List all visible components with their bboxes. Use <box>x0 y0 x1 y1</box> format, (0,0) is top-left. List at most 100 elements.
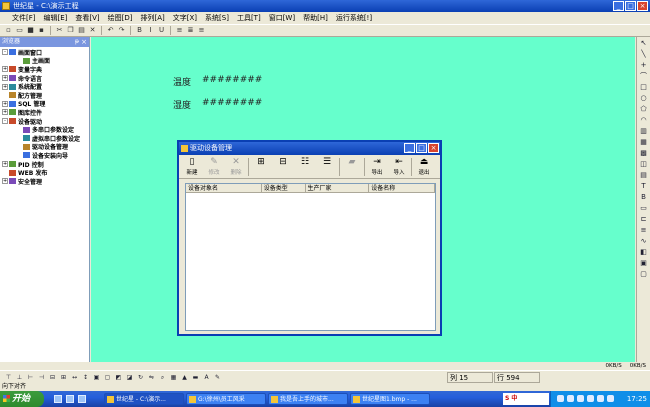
bitmap-icon[interactable]: ▦ <box>639 138 649 147</box>
expand-icon[interactable]: + <box>2 83 8 90</box>
collapse-icon[interactable]: - <box>2 118 8 125</box>
exit-button[interactable]: ⏏ 退出 <box>414 157 434 177</box>
temperature-label[interactable]: 温度 <box>173 75 191 88</box>
tree-item[interactable]: - 设备驱动 <box>0 117 89 126</box>
taskbar-item-shijixing[interactable]: 世纪星 - C:\演示... <box>104 393 184 405</box>
tree-item[interactable]: 主画面 <box>0 57 89 65</box>
tray-shield-icon[interactable] <box>577 395 584 402</box>
rectangle-icon[interactable]: □ <box>639 83 649 92</box>
menu-draw[interactable]: 绘图[D] <box>104 12 137 24</box>
column-header-device-name[interactable]: 设备名称 <box>369 184 435 192</box>
close-icon[interactable]: × <box>81 37 87 47</box>
bold-text-icon[interactable]: B <box>639 193 649 202</box>
tree-item[interactable]: + SQL 管理 <box>0 100 89 108</box>
quicklaunch-desktop-icon[interactable] <box>66 395 74 403</box>
close-button[interactable]: × <box>637 1 648 11</box>
color-fill-icon[interactable]: ▲ <box>180 373 189 382</box>
tree-item[interactable]: 设备安装向导 <box>0 151 89 160</box>
dialog-close-button[interactable]: × <box>428 143 439 153</box>
arc-icon[interactable]: ◠ <box>639 116 649 125</box>
humidity-label[interactable]: 湿度 <box>173 98 191 111</box>
save-icon[interactable]: ■ <box>26 26 35 35</box>
details-view-button[interactable]: ☰ <box>317 157 337 177</box>
flip-icon[interactable]: ⇋ <box>147 373 156 382</box>
tree-item[interactable]: + 命令语言 <box>0 74 89 83</box>
alarm-icon[interactable]: ◧ <box>639 248 649 257</box>
start-button[interactable]: 开始 <box>0 391 44 407</box>
menu-window[interactable]: 窗口[W] <box>265 12 299 24</box>
menu-system[interactable]: 系统[S] <box>201 12 233 24</box>
minimize-button[interactable]: _ <box>613 1 624 11</box>
column-header-device-type[interactable]: 设备类型 <box>262 184 306 192</box>
maximize-button[interactable]: □ <box>625 1 636 11</box>
column-header-object-name[interactable]: 设备对象名 <box>186 184 262 192</box>
send-back-icon[interactable]: ◪ <box>125 373 134 382</box>
bring-front-icon[interactable]: ◩ <box>114 373 123 382</box>
dialog-minimize-button[interactable]: _ <box>404 143 415 153</box>
polygon-icon[interactable]: ⬠ <box>639 105 649 114</box>
redo-icon[interactable]: ↷ <box>117 26 126 35</box>
delete-icon[interactable]: ✕ <box>88 26 97 35</box>
tray-messenger-icon[interactable] <box>597 395 604 402</box>
export-button[interactable]: ⇥ 导出 <box>367 157 387 177</box>
list-view-button[interactable]: ☷ <box>295 157 315 177</box>
expand-icon[interactable]: + <box>2 100 8 107</box>
tray-update-icon[interactable] <box>587 395 594 402</box>
save-all-icon[interactable]: ▪ <box>37 26 46 35</box>
expand-icon[interactable]: + <box>2 109 8 116</box>
menu-tools[interactable]: 工具[T] <box>233 12 265 24</box>
tree-item[interactable]: + 变量字典 <box>0 65 89 74</box>
polyline-icon[interactable]: ⌒ <box>639 72 649 81</box>
menu-arrange[interactable]: 排列[A] <box>137 12 169 24</box>
tree-item[interactable]: + 系统配置 <box>0 82 89 91</box>
tree-item[interactable]: 配方管理 <box>0 91 89 100</box>
tree-item[interactable]: + 图库控件 <box>0 108 89 117</box>
menu-view[interactable]: 查看[V] <box>71 12 103 24</box>
align-right-edge-icon[interactable]: ⊣ <box>37 373 46 382</box>
expand-icon[interactable]: + <box>2 161 8 168</box>
zoom-icon[interactable]: ⌕ <box>158 373 167 382</box>
device-list[interactable]: 设备对象名 设备类型 生产厂家 设备名称 <box>185 183 436 331</box>
center-horizontal-icon[interactable]: ⊟ <box>48 373 57 382</box>
open-folder-icon[interactable]: ▭ <box>15 26 24 35</box>
taskbar-item-paint[interactable]: 世纪星图1.bmp - ... <box>350 393 430 405</box>
menu-run-system[interactable]: 运行系统[!] <box>332 12 376 24</box>
tree-item[interactable]: 虚拟串口参数设定 <box>0 134 89 143</box>
ellipse-icon[interactable]: ○ <box>639 94 649 103</box>
pipe-icon[interactable]: ▥ <box>639 127 649 136</box>
align-right-icon[interactable]: ≡ <box>197 26 206 35</box>
scale-icon[interactable]: ≡ <box>639 226 649 235</box>
taskbar-item-folder[interactable]: G:\徐州\员工风采 <box>186 393 266 405</box>
tree-item[interactable]: + PID 控制 <box>0 160 89 169</box>
copy-icon[interactable]: ❐ <box>66 26 75 35</box>
pin-icon[interactable]: ᵽ <box>75 37 79 47</box>
align-center-icon[interactable]: ≣ <box>186 26 195 35</box>
column-header-manufacturer[interactable]: 生产厂家 <box>306 184 370 192</box>
import-button[interactable]: ⇤ 导入 <box>389 157 409 177</box>
tray-app-icon[interactable] <box>607 395 614 402</box>
tree-item[interactable]: WEB 发布 <box>0 168 89 177</box>
chart-icon[interactable]: ▩ <box>639 149 649 158</box>
trend-icon[interactable]: ∿ <box>639 237 649 246</box>
cross-icon[interactable]: + <box>639 61 649 70</box>
undo-icon[interactable]: ↶ <box>106 26 115 35</box>
gauge-icon[interactable]: ◫ <box>639 160 649 169</box>
align-bottom-icon[interactable]: ⊥ <box>15 373 24 382</box>
ungroup-icon[interactable]: ▢ <box>103 373 112 382</box>
expand-icon[interactable]: + <box>2 75 8 82</box>
menu-help[interactable]: 帮助[H] <box>299 12 332 24</box>
humidity-value[interactable]: ######## <box>202 98 262 108</box>
menu-text[interactable]: 文字[X] <box>169 12 201 24</box>
delete-device-button[interactable]: ✕ 删除 <box>226 157 246 177</box>
menu-file[interactable]: 文件[F] <box>8 12 40 24</box>
rotate-icon[interactable]: ↻ <box>136 373 145 382</box>
line-color-icon[interactable]: ▬ <box>191 373 200 382</box>
text-color-icon[interactable]: A <box>202 373 211 382</box>
collapse-icon[interactable]: - <box>2 49 8 56</box>
modify-device-button[interactable]: ✎ 修改 <box>204 157 224 177</box>
small-icons-view-button[interactable]: ⊟ <box>273 157 293 177</box>
grid-icon[interactable]: ▦ <box>169 373 178 382</box>
new-device-button[interactable]: ▯ 新建 <box>182 157 202 177</box>
large-icons-view-button[interactable]: ⊞ <box>251 157 271 177</box>
cut-icon[interactable]: ✂ <box>55 26 64 35</box>
